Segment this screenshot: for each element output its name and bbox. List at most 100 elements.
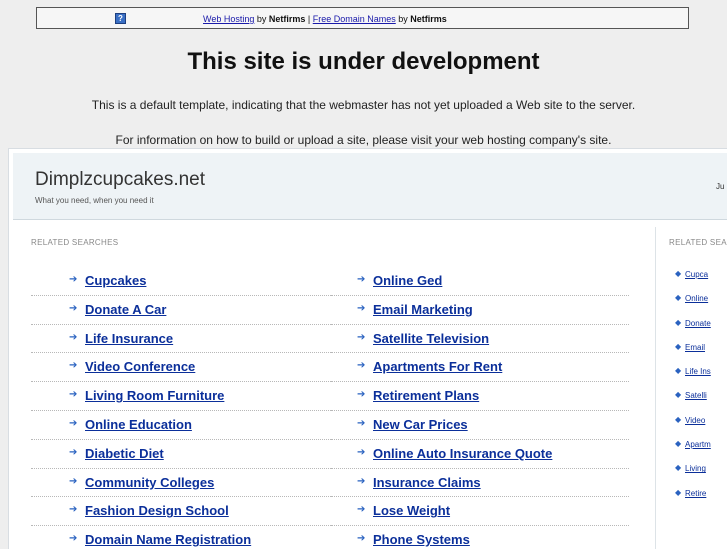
related-search-item[interactable]: ➔ Fashion Design School (31, 497, 331, 527)
page-title: This site is under development (187, 48, 540, 75)
related-searches-title-right: RELATED SEA (669, 238, 727, 247)
side-search-item[interactable]: ◆ Email (675, 340, 705, 364)
bullet-icon: ◆ (675, 341, 682, 351)
related-search-link[interactable]: Community Colleges (85, 475, 214, 490)
related-search-item[interactable]: ➔ Domain Name Registration (31, 526, 331, 549)
bullet-icon: ◆ (675, 366, 682, 376)
bullet-icon: ◆ (675, 317, 682, 327)
side-search-link[interactable]: Cupca (685, 270, 708, 279)
related-search-item[interactable]: ➔ Online Auto Insurance Quote (331, 440, 629, 469)
hosting-info-message: For information on how to build or uploa… (115, 133, 612, 147)
arrow-right-icon: ➔ (69, 533, 78, 545)
related-search-link[interactable]: Donate A Car (85, 302, 166, 317)
related-search-item[interactable]: ➔ Community Colleges (31, 469, 331, 498)
related-search-item[interactable]: ➔ Diabetic Diet (31, 440, 331, 469)
parked-header: Dimplzcupcakes.net What you need, when y… (13, 153, 727, 220)
related-search-item[interactable]: ➔ New Car Prices (331, 411, 629, 440)
related-search-link[interactable]: Online Auto Insurance Quote (373, 446, 552, 461)
related-search-link[interactable]: Lose Weight (373, 503, 450, 518)
bullet-icon: ◆ (675, 487, 682, 497)
related-search-link[interactable]: Email Marketing (373, 302, 473, 317)
side-search-link[interactable]: Online (685, 294, 708, 303)
arrow-right-icon: ➔ (69, 302, 78, 314)
bullet-icon: ◆ (675, 293, 682, 303)
side-search-item[interactable]: ◆ Satelli (675, 388, 707, 412)
related-search-item[interactable]: ➔ Email Marketing (331, 296, 629, 325)
arrow-right-icon: ➔ (357, 389, 366, 401)
side-search-item[interactable]: ◆ Cupca (675, 267, 708, 291)
bullet-icon: ◆ (675, 463, 682, 473)
related-search-item[interactable]: ➔ Donate A Car (31, 296, 331, 325)
related-search-link[interactable]: Insurance Claims (373, 475, 481, 490)
bullet-icon: ◆ (675, 414, 682, 424)
default-template-message: This is a default template, indicating t… (91, 98, 636, 112)
banner-brand-2: Netfirms (410, 14, 447, 24)
banner-separator: | (305, 14, 313, 24)
side-search-item[interactable]: ◆ Donate (675, 316, 711, 340)
related-search-item[interactable]: ➔ Satellite Television (331, 325, 629, 354)
side-search-link[interactable]: Donate (685, 319, 711, 328)
arrow-right-icon: ➔ (69, 274, 78, 285)
related-search-item[interactable]: ➔ Cupcakes (31, 267, 331, 296)
side-search-link[interactable]: Satelli (685, 391, 707, 400)
web-hosting-link[interactable]: Web Hosting (203, 14, 254, 24)
side-search-link[interactable]: Video (685, 416, 705, 425)
side-search-link[interactable]: Retire (685, 489, 706, 498)
bullet-icon: ◆ (675, 390, 682, 400)
side-search-item[interactable]: ◆ Retire (675, 486, 706, 510)
side-search-item[interactable]: ◆ Online (675, 291, 708, 315)
related-search-link[interactable]: Cupcakes (85, 273, 146, 288)
side-search-item[interactable]: ◆ Video (675, 413, 705, 437)
related-search-link[interactable]: Video Conference (85, 359, 195, 374)
related-searches-column-2: ➔ Online Ged ➔ Email Marketing ➔ Satellite Te… (331, 267, 629, 549)
arrow-right-icon: ➔ (69, 504, 78, 516)
related-search-item[interactable]: ➔ Life Insurance (31, 325, 331, 354)
bullet-icon: ◆ (675, 439, 682, 449)
arrow-right-icon: ➔ (69, 475, 78, 487)
related-search-item[interactable]: ➔ Online Ged (331, 267, 629, 296)
arrow-right-icon: ➔ (69, 417, 78, 429)
related-search-link[interactable]: Retirement Plans (373, 388, 479, 403)
arrow-right-icon: ➔ (357, 446, 366, 458)
parked-page-frame: Dimplzcupcakes.net What you need, when y… (8, 148, 727, 549)
side-search-item[interactable]: ◆ Living (675, 461, 706, 485)
related-search-item[interactable]: ➔ Lose Weight (331, 497, 629, 527)
related-search-link[interactable]: Diabetic Diet (85, 446, 164, 461)
side-search-link[interactable]: Apartm (685, 440, 711, 449)
arrow-right-icon: ➔ (357, 274, 366, 285)
side-search-link[interactable]: Email (685, 343, 705, 352)
related-search-link[interactable]: Fashion Design School (85, 503, 229, 518)
related-search-item[interactable]: ➔ Online Education (31, 411, 331, 440)
related-search-link[interactable]: Satellite Television (373, 331, 489, 346)
related-search-item[interactable]: ➔ Retirement Plans (331, 382, 629, 411)
related-search-item[interactable]: ➔ Video Conference (31, 353, 331, 383)
side-search-item[interactable]: ◆ Apartm (675, 437, 711, 461)
arrow-right-icon: ➔ (357, 475, 366, 487)
related-searches-column-1: ➔ Cupcakes ➔ Donate A Car ➔ Life Insurance ➔ Vi… (31, 267, 331, 549)
arrow-right-icon: ➔ (357, 360, 366, 372)
side-search-item[interactable]: ◆ Life Ins (675, 364, 711, 388)
side-search-link[interactable]: Life Ins (685, 367, 711, 376)
side-related-searches: ◆ Cupca ◆ Online ◆ Donate ◆ Email ◆ Life Ins ◆ Sate… (675, 267, 711, 510)
free-domain-names-link[interactable]: Free Domain Names (313, 14, 396, 24)
bullet-icon: ◆ (675, 269, 682, 278)
related-search-link[interactable]: Online Ged (373, 273, 442, 288)
question-icon[interactable]: ? (115, 13, 126, 24)
related-search-item[interactable]: ➔ Phone Systems (331, 526, 629, 549)
related-search-item[interactable]: ➔ Living Room Furniture (31, 382, 331, 411)
related-search-link[interactable]: Apartments For Rent (373, 359, 502, 374)
related-search-link[interactable]: Online Education (85, 417, 192, 432)
banner-brand-1: Netfirms (268, 14, 306, 24)
related-search-item[interactable]: ➔ Apartments For Rent (331, 353, 629, 383)
arrow-right-icon: ➔ (69, 360, 78, 372)
arrow-right-icon: ➔ (357, 331, 366, 343)
related-search-link[interactable]: New Car Prices (373, 417, 468, 432)
arrow-right-icon: ➔ (357, 533, 366, 545)
related-search-link[interactable]: Living Room Furniture (85, 388, 224, 403)
column-divider (655, 227, 656, 549)
related-search-link[interactable]: Life Insurance (85, 331, 173, 346)
related-search-item[interactable]: ➔ Insurance Claims (331, 469, 629, 498)
side-search-link[interactable]: Living (685, 464, 706, 473)
arrow-right-icon: ➔ (69, 446, 78, 458)
arrow-right-icon: ➔ (69, 331, 78, 343)
